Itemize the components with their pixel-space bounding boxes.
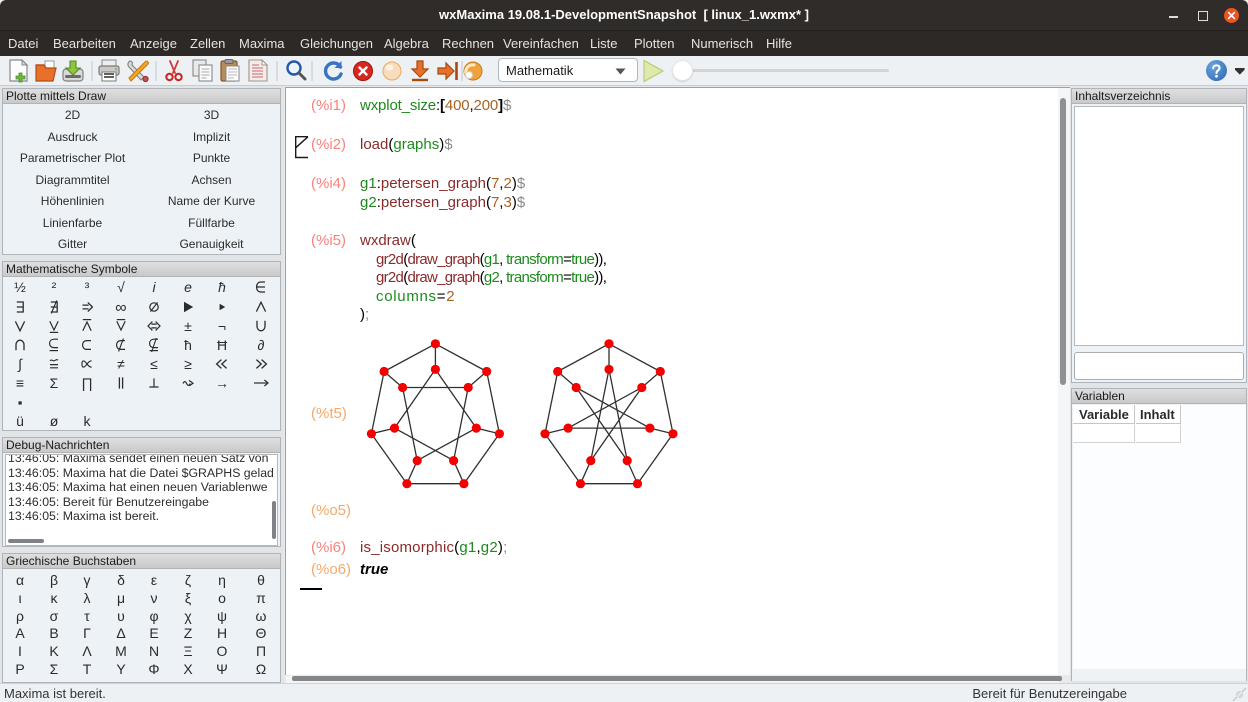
svg-text:¬: ¬ — [218, 318, 226, 334]
svg-text:≥: ≥ — [184, 356, 192, 372]
svg-text:∏: ∏ — [81, 375, 93, 391]
svg-text:∞: ∞ — [115, 300, 126, 317]
svg-text:≤: ≤ — [150, 356, 158, 372]
svg-text:k: k — [84, 413, 92, 429]
svg-text:→: → — [215, 375, 229, 391]
svg-text:½: ½ — [14, 279, 26, 295]
svg-text:▪: ▪ — [18, 395, 23, 410]
svg-text:√: √ — [117, 279, 125, 295]
svg-text:²: ² — [52, 279, 57, 295]
svg-text:≡: ≡ — [16, 375, 24, 391]
svg-text:≠: ≠ — [117, 356, 125, 372]
svg-text:ħ: ħ — [184, 337, 192, 353]
svg-text:∂: ∂ — [258, 337, 265, 353]
svg-text:∫: ∫ — [17, 356, 23, 372]
svg-text:±: ± — [184, 318, 192, 334]
svg-text:i: i — [152, 279, 156, 295]
svg-text:ü: ü — [16, 413, 24, 429]
svg-text:Ħ: Ħ — [217, 337, 228, 353]
svg-text:Σ: Σ — [50, 375, 59, 391]
svg-text:e: e — [184, 279, 192, 295]
svg-text:ø: ø — [50, 413, 59, 429]
svg-text:ħ: ħ — [218, 279, 226, 295]
svg-text:³: ³ — [85, 279, 90, 295]
